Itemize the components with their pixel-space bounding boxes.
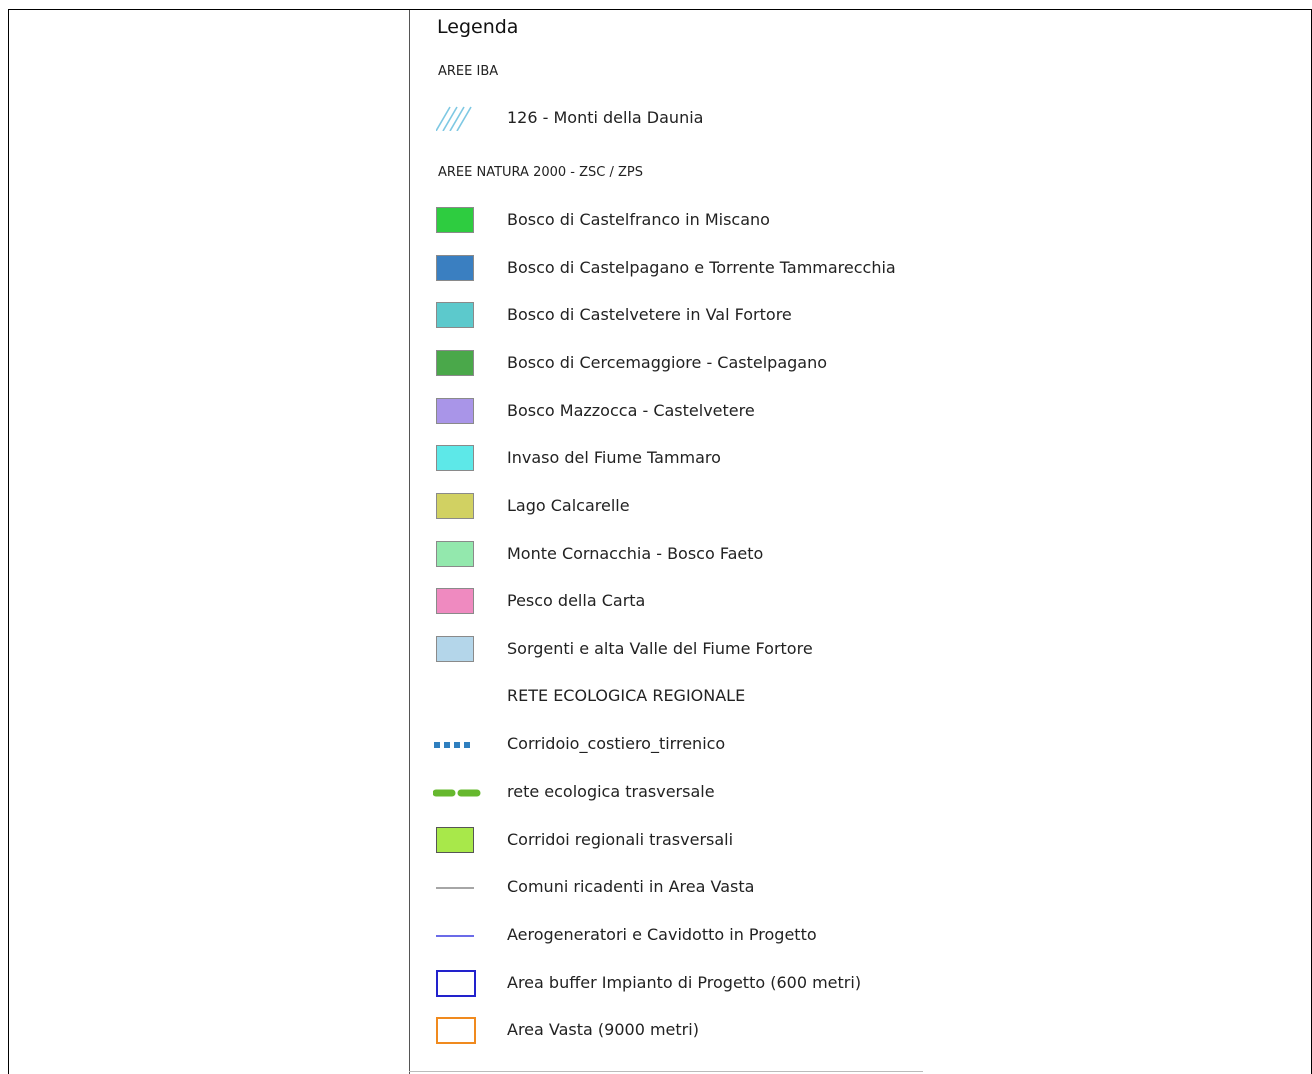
- legend-item-label: Bosco di Castelvetere in Val Fortore: [507, 305, 792, 324]
- legend-item-natura: Lago Calcarelle: [430, 492, 910, 522]
- fill-swatch-icon: [436, 445, 474, 471]
- fill-swatch-icon: [436, 207, 474, 233]
- legend-item-label: Invaso del Fiume Tammaro: [507, 448, 721, 467]
- diagonal-hatch-icon: [436, 106, 472, 131]
- legend-item-label: Comuni ricadenti in Area Vasta: [507, 877, 755, 896]
- dotted-line-icon: [434, 742, 470, 748]
- legend-left-border: [409, 10, 410, 1074]
- legend-item-rer: Corridoio_costiero_tirrenico: [430, 730, 910, 760]
- rer-section-header: RETE ECOLOGICA REGIONALE: [507, 686, 746, 705]
- legend-item-label: Area buffer Impianto di Progetto (600 me…: [507, 973, 862, 992]
- legend-item-label: rete ecologica trasversale: [507, 782, 715, 801]
- legend-item-rer: Aerogeneratori e Cavidotto in Progetto: [430, 921, 910, 951]
- fill-swatch-icon: [436, 398, 474, 424]
- legend-title: Legenda: [437, 16, 519, 38]
- legend-item-rer: Corridoi regionali trasversali: [430, 826, 910, 856]
- legend-item-label: Sorgenti e alta Valle del Fiume Fortore: [507, 639, 813, 658]
- legend-item-natura: Bosco Mazzocca - Castelvetere: [430, 397, 910, 427]
- legend-bottom-border: [409, 1071, 923, 1072]
- legend-item-label: Bosco di Castelfranco in Miscano: [507, 210, 770, 229]
- legend-item-label: Monte Cornacchia - Bosco Faeto: [507, 544, 764, 563]
- fill-swatch-icon: [436, 493, 474, 519]
- fill-swatch-icon: [436, 302, 474, 328]
- fill-swatch-icon: [436, 255, 474, 281]
- frame-left-border: [8, 9, 9, 1074]
- legend-item-natura: Monte Cornacchia - Bosco Faeto: [430, 540, 910, 570]
- legend-item-natura: Invaso del Fiume Tammaro: [430, 444, 910, 474]
- dashed-line-icon: [433, 789, 481, 797]
- legend-item-rer: rete ecologica trasversale: [430, 778, 910, 808]
- legend-item-natura: Bosco di Castelfranco in Miscano: [430, 206, 910, 236]
- frame-top-border: [8, 9, 1312, 10]
- legend-item-natura: Bosco di Cercemaggiore - Castelpagano: [430, 349, 910, 379]
- legend-item-rer: Area buffer Impianto di Progetto (600 me…: [430, 969, 910, 999]
- fill-swatch-icon: [436, 541, 474, 567]
- legend-item-rer: Area Vasta (9000 metri): [430, 1016, 910, 1046]
- outline-box-icon: [436, 1017, 476, 1044]
- legend-item-label: Corridoio_costiero_tirrenico: [507, 734, 726, 753]
- natura-section-header: AREE NATURA 2000 - ZSC / ZPS: [438, 165, 643, 180]
- iba-section-header: AREE IBA: [438, 64, 499, 79]
- legend-item-natura: Pesco della Carta: [430, 587, 910, 617]
- thin-line-icon: [436, 887, 474, 889]
- legend-item-label: Area Vasta (9000 metri): [507, 1020, 699, 1039]
- legend-item-label: Bosco di Cercemaggiore - Castelpagano: [507, 353, 828, 372]
- legend-item-rer: Comuni ricadenti in Area Vasta: [430, 873, 910, 903]
- legend-item-label: Aerogeneratori e Cavidotto in Progetto: [507, 925, 817, 944]
- legend-item-natura: Bosco di Castelpagano e Torrente Tammare…: [430, 254, 910, 284]
- legend-item-label: Bosco di Castelpagano e Torrente Tammare…: [507, 258, 896, 277]
- legend-item-label: Lago Calcarelle: [507, 496, 630, 515]
- legend-item-natura: Sorgenti e alta Valle del Fiume Fortore: [430, 635, 910, 665]
- fill-swatch-icon: [436, 588, 474, 614]
- legend-item-label: Corridoi regionali trasversali: [507, 830, 734, 849]
- legend-item-label: Bosco Mazzocca - Castelvetere: [507, 401, 755, 420]
- legend-item-label: Pesco della Carta: [507, 591, 646, 610]
- legend-item-iba: 126 - Monti della Daunia: [430, 104, 910, 134]
- legend-item-natura: Bosco di Castelvetere in Val Fortore: [430, 301, 910, 331]
- fill-swatch-icon: [436, 350, 474, 376]
- outline-box-icon: [436, 970, 476, 997]
- fill-swatch-icon: [436, 636, 474, 662]
- legend-item-label: 126 - Monti della Daunia: [507, 108, 704, 127]
- thin-line-icon: [436, 935, 474, 937]
- fill-swatch-icon: [436, 827, 474, 853]
